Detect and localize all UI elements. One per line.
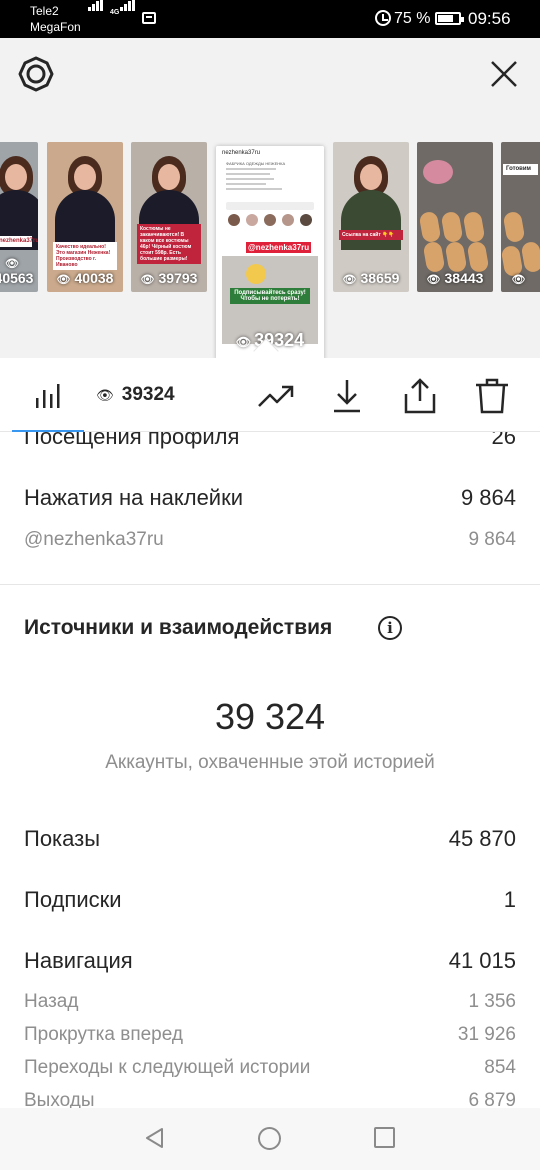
stat-value: 9 864 <box>468 529 516 550</box>
story-view-count: 👁 38659 <box>342 270 400 286</box>
eye-icon: 👁 <box>140 274 155 286</box>
story-thumbnail[interactable]: Костюмы не заканчиваются! В каком все ко… <box>131 142 207 292</box>
story-view-count: 👁40563 <box>0 258 34 286</box>
eye-icon: 👁 <box>235 335 252 349</box>
preview-profile-title: ФАБРИКА ОДЕЖДЫ НЕЖЕНКА <box>226 161 286 166</box>
trash-icon[interactable] <box>472 376 512 416</box>
preview-handle-tag: @nezhenka37ru <box>246 242 312 253</box>
stat-label: Выходы <box>24 1090 95 1108</box>
stat-label: Нажатия на наклейки <box>24 485 244 510</box>
download-icon[interactable] <box>327 376 367 416</box>
stat-row: Переходы к следующей истории 854 <box>24 1057 516 1079</box>
back-icon[interactable] <box>143 1126 167 1150</box>
stat-row: Подписки 1 <box>24 887 516 913</box>
story-thumbnail[interactable]: nezhenka37ru 👁40563 <box>0 142 38 292</box>
stat-label: Переходы к следующей истории <box>24 1057 311 1078</box>
story-view-count: 👁 39793 <box>140 270 198 286</box>
story-view-count: 👁 38443 <box>426 270 484 286</box>
stat-row: Выходы 6 879 <box>24 1090 516 1108</box>
divider <box>0 584 540 585</box>
preview-banner: Подписывайтесь сразу! Чтобы не потерять! <box>230 288 310 304</box>
bar-chart-icon <box>36 384 60 408</box>
preview-username: nezhenka37ru <box>222 150 261 156</box>
views-count: 👁 39324 <box>96 384 175 405</box>
stat-row: Прокрутка вперед 31 926 <box>24 1024 516 1046</box>
story-tag: Качество идеально! Это магазин Неженка! … <box>53 242 117 270</box>
eye-icon: 👁 <box>426 274 441 286</box>
status-bar: Tele2 MegaFon 4G 75 % 09:56 <box>0 0 540 38</box>
story-header: nezhenka37ru 👁40563 Качество идеально! Э… <box>0 38 540 362</box>
stat-value: 45 870 <box>448 826 516 851</box>
story-view-count: 👁 <box>501 270 540 286</box>
eye-icon: 👁 <box>342 274 357 286</box>
stat-row: Показы 45 870 <box>24 826 516 852</box>
story-tag: Готовим <box>503 164 538 176</box>
story-action-bar: 👁 39324 <box>0 358 540 432</box>
info-icon[interactable]: i <box>378 616 402 640</box>
stat-label: Показы <box>24 826 101 851</box>
profile-screenshot: nezhenka37ru ФАБРИКА ОДЕЖДЫ НЕЖЕНКА @nez… <box>216 146 324 254</box>
section-title: Источники и взаимодействия <box>24 616 333 639</box>
reach-number: 39 324 <box>214 696 326 737</box>
alarm-icon <box>375 10 391 26</box>
stat-label: Навигация <box>24 948 133 973</box>
trending-icon[interactable] <box>256 376 296 416</box>
recent-apps-icon[interactable] <box>374 1127 395 1148</box>
hand-icon <box>246 264 266 284</box>
share-icon[interactable] <box>400 376 440 416</box>
close-icon[interactable] <box>486 56 522 92</box>
stat-row: Назад 1 356 <box>24 991 516 1013</box>
stat-label: @nezhenka37ru <box>24 529 164 550</box>
insights-content[interactable]: Посещения профиля 26 Нажатия на наклейки… <box>0 432 540 1108</box>
stat-label: Посещения профиля <box>24 432 240 449</box>
stat-value: 6 879 <box>468 1090 516 1108</box>
story-tag: nezhenka37ru <box>0 236 38 248</box>
story-view-count: 👁 40038 <box>56 270 114 286</box>
reach-caption: Аккаунты, охваченные этой историей <box>105 752 435 773</box>
eye-icon: 👁 <box>511 274 526 286</box>
story-thumbnail[interactable]: Ссылка на сайт 👇👇 👁 38659 <box>333 142 409 292</box>
carrier-2: MegaFon <box>30 20 81 34</box>
stat-label: Назад <box>24 991 79 1012</box>
stat-row: Навигация 41 015 <box>24 948 516 974</box>
stat-label: Подписки <box>24 887 122 912</box>
battery-icon <box>435 12 464 25</box>
eye-icon: 👁 <box>96 387 114 403</box>
story-thumbnail[interactable]: Качество идеально! Это магазин Неженка! … <box>47 142 123 292</box>
eye-icon: 👁 <box>56 274 71 286</box>
stat-value: 41 015 <box>448 948 516 973</box>
story-thumbnail[interactable]: 👁 38443 <box>417 142 493 292</box>
tab-insights[interactable] <box>12 358 84 432</box>
stat-value: 26 <box>491 432 516 449</box>
home-icon[interactable] <box>258 1127 281 1150</box>
stat-row: Нажатия на наклейки 9 864 <box>24 485 516 511</box>
stat-label: Прокрутка вперед <box>24 1024 183 1045</box>
carrier-1: Tele2 <box>30 4 59 18</box>
stat-value: 1 356 <box>468 991 516 1012</box>
clock: 09:56 <box>468 9 511 28</box>
system-nav-bar <box>0 1108 540 1170</box>
message-icon <box>142 12 156 24</box>
story-tag: Костюмы не заканчиваются! В каком все ко… <box>137 224 201 264</box>
eye-icon: 👁 <box>5 258 19 270</box>
stat-row: @nezhenka37ru 9 864 <box>24 529 516 551</box>
selected-story-preview[interactable]: nezhenka37ru ФАБРИКА ОДЕЖДЫ НЕЖЕНКА @nez… <box>216 146 324 362</box>
battery-percent: 75 % <box>394 10 431 27</box>
stat-value: 1 <box>503 887 516 912</box>
story-tag: Ссылка на сайт 👇👇 <box>339 230 403 240</box>
stat-value: 854 <box>484 1057 516 1078</box>
stat-row: Посещения профиля 26 <box>24 432 516 450</box>
network-type: 4G <box>110 9 120 16</box>
settings-icon[interactable] <box>18 56 54 92</box>
story-thumbnail[interactable]: Готовим 👁 <box>501 142 540 292</box>
stat-value: 31 926 <box>457 1024 516 1045</box>
stat-value: 9 864 <box>460 485 516 510</box>
